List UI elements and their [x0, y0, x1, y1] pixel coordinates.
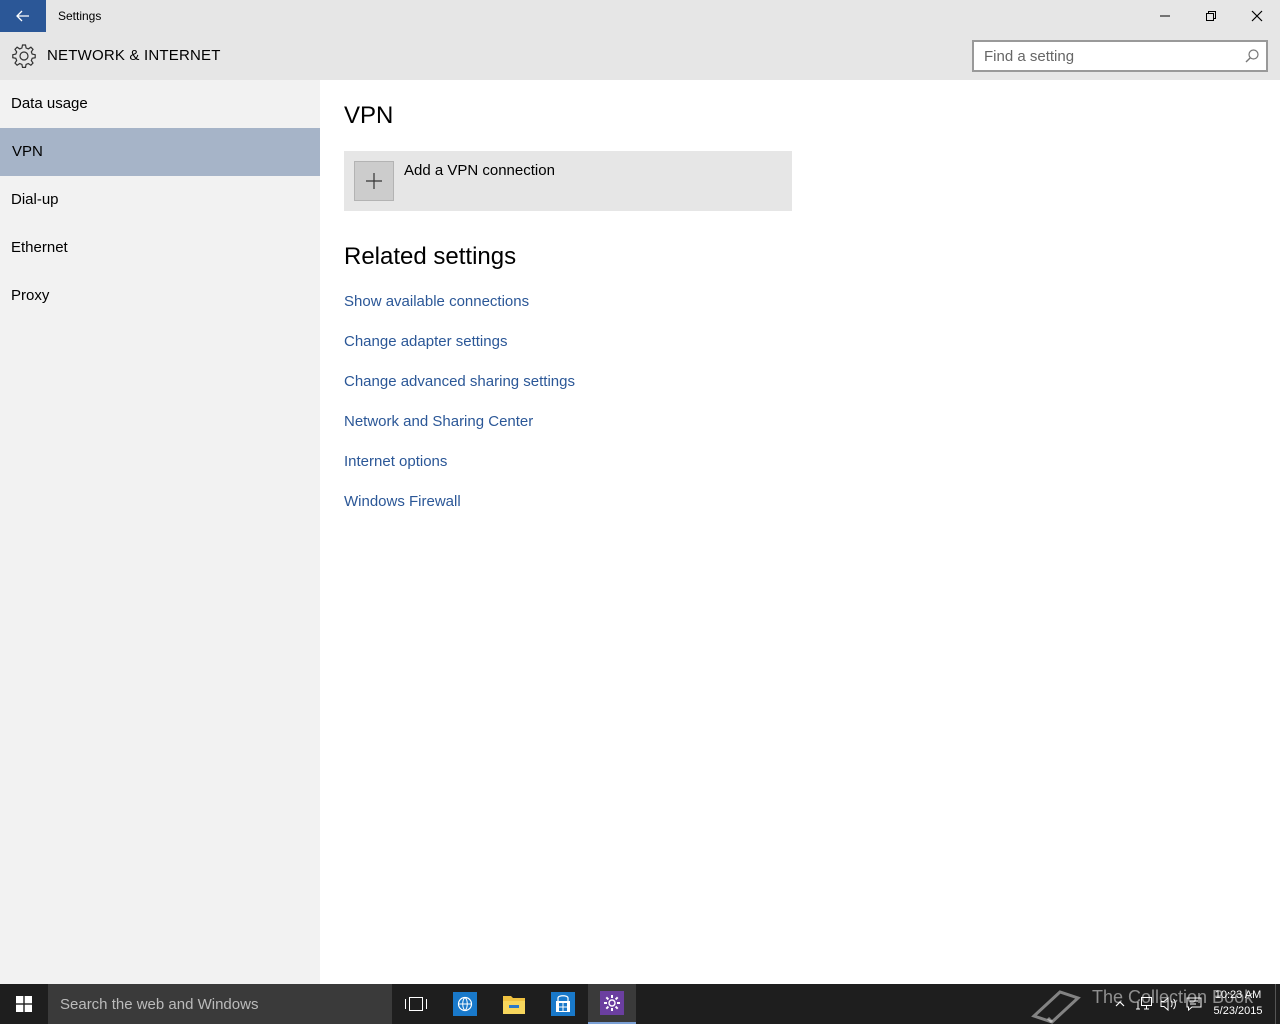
sidebar-item-data-usage[interactable]: Data usage	[0, 80, 320, 128]
close-icon	[1251, 10, 1263, 22]
close-button[interactable]	[1234, 0, 1280, 32]
add-vpn-label: Add a VPN connection	[404, 162, 555, 179]
taskbar-clock[interactable]: 10:23 AM 5/23/2015	[1206, 987, 1270, 1019]
minimize-button[interactable]	[1142, 0, 1188, 32]
sidebar-item-dial-up[interactable]: Dial-up	[0, 176, 320, 224]
maximize-button[interactable]	[1188, 0, 1234, 32]
link-change-advanced-sharing-settings[interactable]: Change advanced sharing settings	[344, 373, 575, 390]
settings-icon	[600, 991, 624, 1015]
taskbar-app-settings[interactable]	[588, 984, 636, 1024]
link-internet-options[interactable]: Internet options	[344, 453, 447, 470]
windows-logo-icon	[16, 996, 32, 1012]
clock-date: 5/23/2015	[1213, 1005, 1263, 1017]
section-title: NETWORK & INTERNET	[47, 47, 221, 64]
volume-icon	[1160, 996, 1176, 1012]
taskbar-app-file-explorer[interactable]	[490, 984, 538, 1024]
plus-icon	[366, 173, 382, 189]
sidebar-item-vpn[interactable]: VPN	[0, 128, 320, 176]
find-setting-input[interactable]	[974, 42, 1240, 70]
search-icon[interactable]	[1244, 48, 1260, 64]
settings-header: NETWORK & INTERNET	[0, 32, 1280, 80]
network-tray-button[interactable]	[1133, 984, 1155, 1024]
taskbar-search[interactable]	[48, 984, 392, 1024]
tray-chevron-icon	[1115, 1001, 1125, 1007]
show-desktop-button[interactable]	[1275, 984, 1280, 1024]
main-content: VPN Add a VPN connection Related setting…	[320, 80, 1280, 984]
action-center-button[interactable]	[1183, 984, 1205, 1024]
network-icon	[1136, 997, 1152, 1010]
back-button[interactable]	[0, 0, 46, 32]
find-setting-search[interactable]	[972, 40, 1268, 72]
title-bar: Settings	[0, 0, 1280, 32]
taskbar-app-store[interactable]	[539, 984, 587, 1024]
taskbar: The Collection Book 10:23 AM 5/23/2015	[0, 984, 1280, 1024]
task-view-button[interactable]	[392, 984, 440, 1024]
minimize-icon	[1160, 15, 1170, 17]
link-windows-firewall[interactable]: Windows Firewall	[344, 493, 461, 510]
page-title: VPN	[344, 102, 394, 129]
taskbar-app-ie[interactable]	[441, 984, 489, 1024]
link-show-available-connections[interactable]: Show available connections	[344, 293, 529, 310]
sidebar-item-ethernet[interactable]: Ethernet	[0, 224, 320, 272]
link-network-and-sharing-center[interactable]: Network and Sharing Center	[344, 413, 533, 430]
add-vpn-connection-button[interactable]: Add a VPN connection	[344, 151, 792, 211]
task-view-icon	[405, 997, 427, 1011]
store-icon	[551, 992, 575, 1016]
clock-time: 10:23 AM	[1214, 989, 1262, 1001]
related-settings-heading: Related settings	[344, 243, 517, 270]
volume-tray-button[interactable]	[1158, 984, 1180, 1024]
sidebar-nav: Data usage VPN Dial-up Ethernet Proxy	[0, 80, 320, 984]
back-arrow-icon	[16, 10, 29, 22]
file-explorer-icon	[503, 996, 525, 1014]
start-button[interactable]	[0, 984, 48, 1024]
sidebar-item-proxy[interactable]: Proxy	[0, 272, 320, 320]
add-vpn-plus-box	[354, 161, 394, 201]
taskbar-search-input[interactable]	[48, 984, 392, 1024]
ie-icon	[453, 992, 477, 1016]
maximize-icon	[1206, 11, 1216, 21]
action-center-icon	[1186, 997, 1202, 1012]
window-title: Settings	[58, 9, 102, 23]
gear-icon	[12, 44, 36, 68]
tray-overflow-button[interactable]	[1112, 984, 1128, 1024]
link-change-adapter-settings[interactable]: Change adapter settings	[344, 333, 507, 350]
